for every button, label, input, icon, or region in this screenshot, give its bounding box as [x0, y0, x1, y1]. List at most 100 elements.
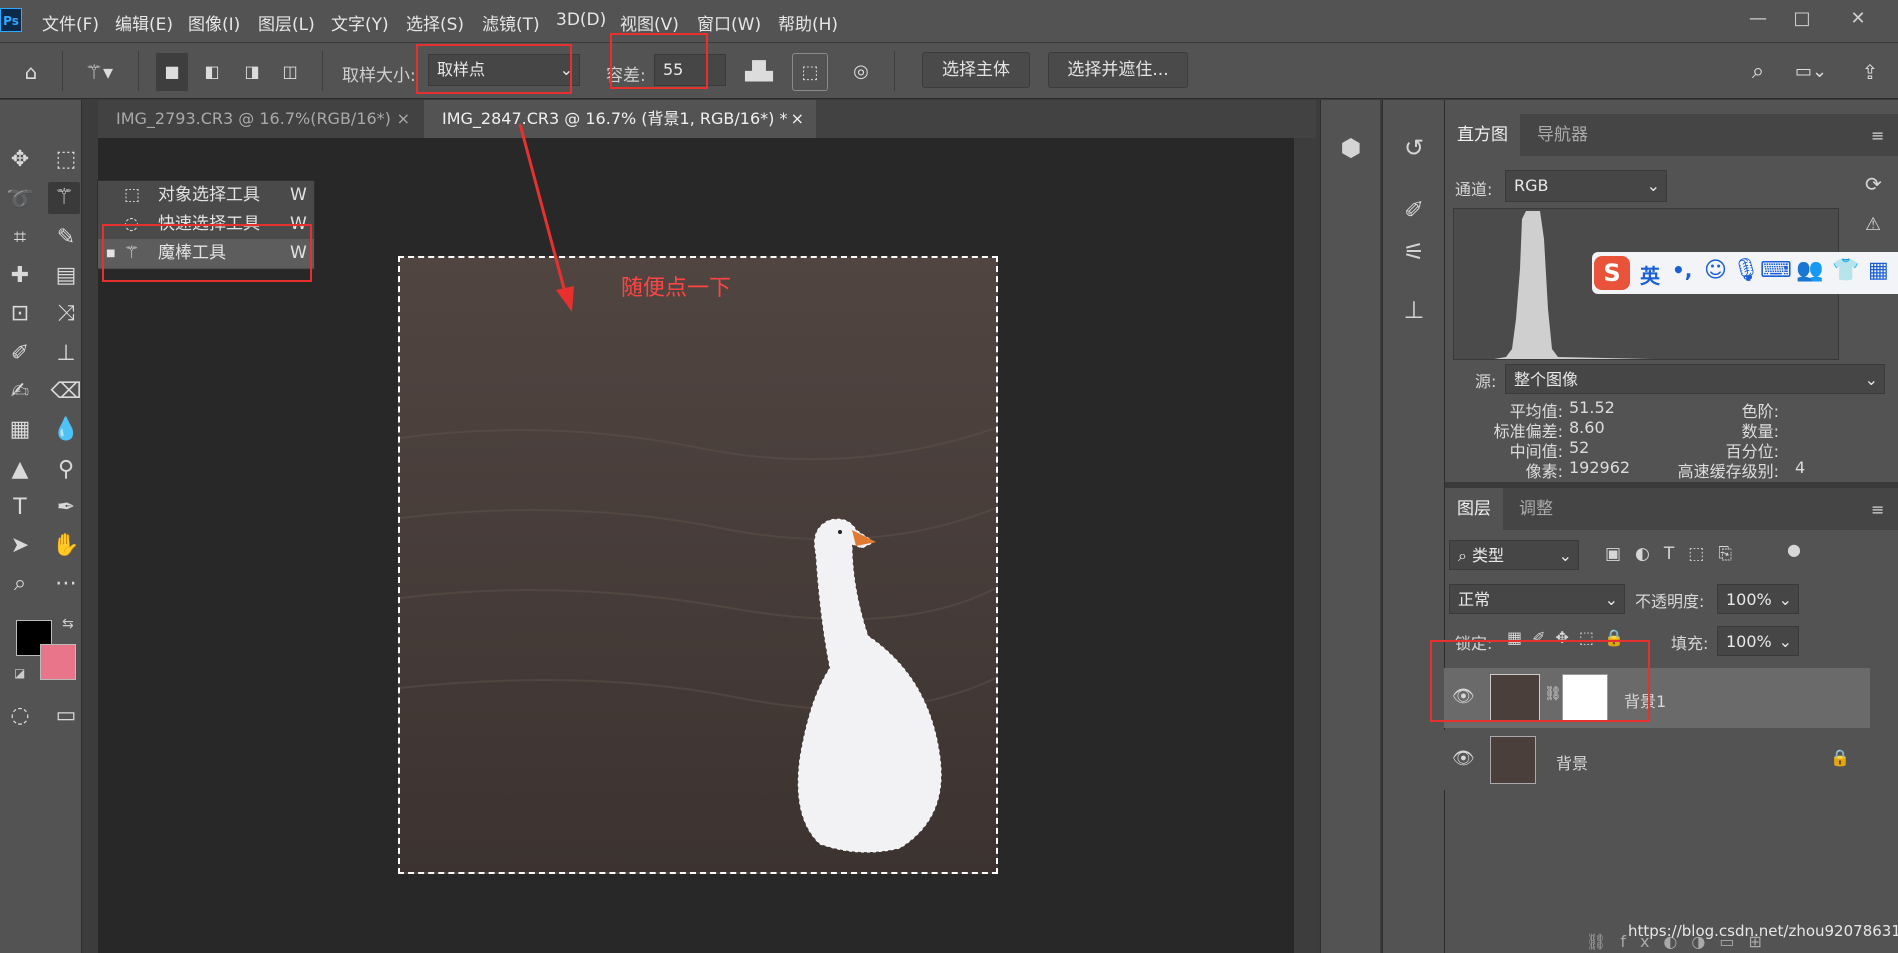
- dodge-tool-icon[interactable]: ⚲: [50, 454, 82, 486]
- layer-filter-icons[interactable]: ▣◐T⬚⎘: [1605, 544, 1746, 564]
- blend-mode-value: 正常: [1458, 590, 1491, 609]
- workspace-icon[interactable]: ▭⌄: [1786, 53, 1836, 91]
- warning-icon[interactable]: ⚠: [1865, 214, 1881, 235]
- ime-lang[interactable]: 英: [1640, 260, 1660, 289]
- eyedropper-tool-icon[interactable]: ✎: [50, 222, 82, 254]
- brush-tool-icon[interactable]: ✐: [4, 338, 36, 370]
- tab-histogram[interactable]: 直方图: [1445, 114, 1520, 156]
- zoom-tool-icon[interactable]: ⌕: [4, 568, 36, 600]
- menu-help[interactable]: 帮助(H): [778, 10, 838, 35]
- sample-all-layers-icon[interactable]: ◎: [844, 53, 878, 91]
- select-and-mask-button[interactable]: 选择并遮住...: [1048, 52, 1188, 88]
- type-tool-icon[interactable]: T: [4, 492, 36, 524]
- tab-img-2793[interactable]: IMG_2793.CR3 @ 16.7%(RGB/16*) ×: [98, 100, 422, 138]
- menu-image[interactable]: 图像(I): [188, 10, 240, 35]
- marquee-tool-icon[interactable]: ⬚: [50, 144, 82, 176]
- hand-tool-icon[interactable]: ✋: [50, 530, 82, 562]
- quick-mask-icon[interactable]: ◌: [4, 700, 36, 732]
- healing-brush-icon[interactable]: ✚: [4, 260, 36, 292]
- adjust-sliders-icon[interactable]: ⚟: [1394, 232, 1434, 272]
- skin-icon[interactable]: 👕: [1832, 258, 1859, 283]
- path-selection-icon[interactable]: ➤: [4, 530, 36, 562]
- pen-tool-icon[interactable]: ✒: [50, 492, 82, 524]
- menu-file[interactable]: 文件(F): [42, 10, 99, 35]
- default-colors-icon[interactable]: ◪: [14, 666, 25, 680]
- add-to-selection-icon[interactable]: ◧: [196, 53, 228, 91]
- clone-source-icon[interactable]: ⊥: [1394, 290, 1434, 330]
- opacity-input[interactable]: 100% ⌄: [1717, 584, 1799, 614]
- tab-adjustments[interactable]: 调整: [1507, 488, 1565, 530]
- menu-select[interactable]: 选择(S): [406, 10, 464, 35]
- ime-punct[interactable]: •,: [1672, 258, 1692, 282]
- menu-view[interactable]: 视图(V): [620, 10, 679, 35]
- share-icon[interactable]: ⇪: [1852, 53, 1888, 91]
- close-window-button[interactable]: ✕: [1838, 4, 1878, 34]
- panel-menu-icon[interactable]: ≡: [1871, 500, 1884, 519]
- contiguous-icon[interactable]: ⬚: [792, 53, 828, 91]
- minimize-button[interactable]: —: [1738, 4, 1778, 34]
- patch-tool-icon[interactable]: ▤: [50, 260, 82, 292]
- fill-input[interactable]: 100% ⌄: [1717, 626, 1799, 656]
- menu-layer[interactable]: 图层(L): [258, 10, 315, 35]
- flyout-object-selection[interactable]: ⬚ 对象选择工具 W: [98, 181, 314, 210]
- new-selection-icon[interactable]: ■: [156, 53, 188, 91]
- magic-wand-preset-icon[interactable]: ⚚▾: [76, 53, 122, 91]
- users-icon[interactable]: 👥: [1796, 258, 1823, 283]
- swap-colors-icon[interactable]: ⇆: [62, 616, 74, 632]
- photoshop-logo: Ps: [0, 8, 22, 32]
- sharpen-tool-icon[interactable]: ▲: [4, 454, 36, 486]
- blend-mode-select[interactable]: 正常 ⌄: [1449, 584, 1625, 614]
- emoji-icon[interactable]: ☺: [1704, 258, 1727, 283]
- menu-edit[interactable]: 编辑(E): [115, 10, 173, 35]
- intersect-selection-icon[interactable]: ◫: [274, 53, 306, 91]
- crop-tool-icon[interactable]: ⌗: [4, 222, 36, 254]
- search-icon[interactable]: ⌕: [1740, 53, 1776, 91]
- clone-stamp-icon[interactable]: ⊥: [50, 338, 82, 370]
- eraser-tool-icon[interactable]: ⌫: [50, 376, 82, 408]
- shuffle-icon[interactable]: ⤨: [50, 298, 82, 330]
- magic-wand-tool-icon[interactable]: ⚚: [48, 182, 80, 214]
- panel-menu-icon[interactable]: ≡: [1871, 126, 1884, 145]
- gradient-tool-icon[interactable]: ▦: [4, 414, 36, 446]
- microphone-icon[interactable]: 🎙: [1732, 258, 1760, 283]
- subtract-selection-icon[interactable]: ◨: [236, 53, 268, 91]
- tab-navigator[interactable]: 导航器: [1525, 114, 1600, 156]
- layer-name: 背景: [1556, 754, 1589, 773]
- screen-mode-icon[interactable]: ▭: [50, 700, 82, 732]
- lasso-tool-icon[interactable]: ➰: [4, 184, 36, 216]
- blur-tool-icon[interactable]: 💧: [50, 414, 82, 446]
- refresh-icon[interactable]: ⟳: [1865, 172, 1882, 196]
- vertical-scrollbar[interactable]: [1294, 138, 1316, 953]
- menu-window[interactable]: 窗口(W): [697, 10, 761, 35]
- content-aware-icon[interactable]: ⊡: [4, 298, 36, 330]
- tab-layers[interactable]: 图层: [1445, 488, 1503, 530]
- close-icon[interactable]: ×: [791, 100, 804, 138]
- layer-row-background[interactable]: 👁 背景 🔒: [1444, 730, 1870, 790]
- keyboard-icon[interactable]: ⌨: [1760, 258, 1792, 283]
- source-select[interactable]: 整个图像 ⌄: [1505, 364, 1885, 394]
- maximize-button[interactable]: □: [1782, 4, 1822, 34]
- anti-alias-icon[interactable]: ▟▙: [742, 53, 776, 91]
- toolbox-icon[interactable]: ▦: [1868, 258, 1889, 283]
- sogou-logo-icon[interactable]: S: [1594, 256, 1630, 290]
- 3d-cube-icon[interactable]: ⬢: [1331, 128, 1371, 168]
- chevron-down-icon: ⌄: [1864, 370, 1878, 389]
- document-image[interactable]: [398, 256, 998, 874]
- home-icon[interactable]: ⌂: [12, 53, 50, 91]
- menu-type[interactable]: 文字(Y): [331, 10, 389, 35]
- tab-img-2847[interactable]: IMG_2847.CR3 @ 16.7% (背景1, RGB/16*) * ×: [424, 100, 816, 138]
- brush-settings-icon[interactable]: ✐: [1394, 190, 1434, 230]
- select-subject-button[interactable]: 选择主体: [922, 52, 1030, 88]
- history-brush-icon[interactable]: ✍: [4, 376, 36, 408]
- menu-filter[interactable]: 滤镜(T): [482, 10, 540, 35]
- menu-3d[interactable]: 3D(D): [556, 10, 606, 30]
- layer-filter-select[interactable]: ⌕ 类型 ⌄: [1449, 540, 1579, 570]
- more-tools-icon[interactable]: ⋯: [50, 568, 82, 600]
- channel-select[interactable]: RGB ⌄: [1505, 170, 1667, 202]
- background-color-swatch[interactable]: [40, 644, 76, 680]
- eye-icon[interactable]: 👁: [1452, 748, 1475, 769]
- filter-toggle-icon[interactable]: ●: [1787, 540, 1801, 559]
- move-tool-icon[interactable]: ✥: [4, 144, 36, 176]
- close-icon[interactable]: ×: [397, 100, 410, 138]
- history-icon[interactable]: ↺: [1394, 128, 1434, 168]
